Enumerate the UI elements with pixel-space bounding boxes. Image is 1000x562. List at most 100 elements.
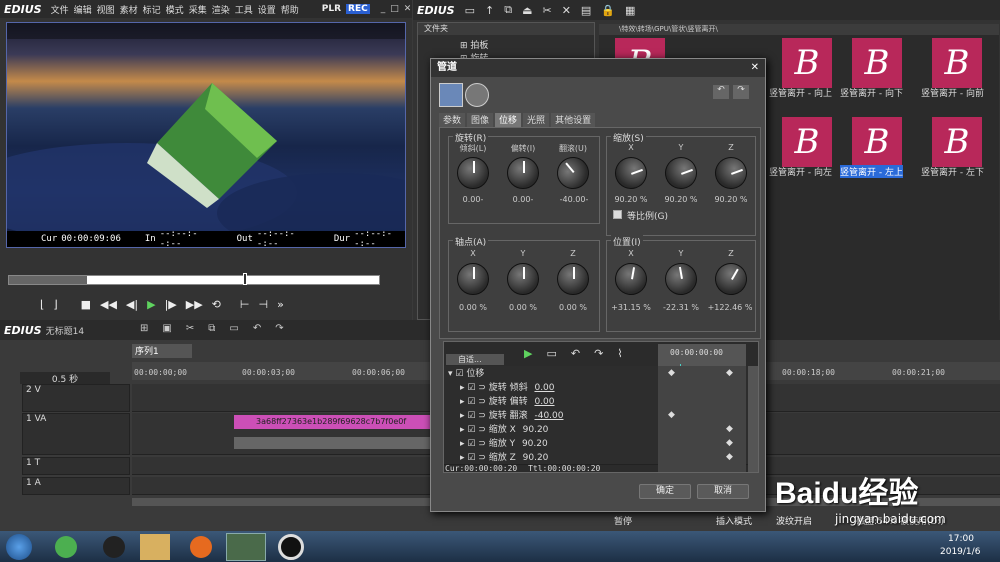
rewind-icon[interactable]: ◀◀ — [100, 298, 117, 311]
kf-row-value[interactable]: 90.20 — [523, 425, 549, 435]
clock-date[interactable]: 2019/1/6 — [940, 547, 980, 557]
menu-view[interactable]: 视图 — [97, 3, 115, 16]
set-in-icon[interactable]: ⌊ — [40, 298, 44, 311]
set-out-icon[interactable]: ⌋ — [53, 298, 57, 311]
player-scrubber[interactable] — [8, 273, 380, 285]
open-icon[interactable]: ⏏ — [522, 4, 532, 17]
uniform-checkbox[interactable] — [613, 210, 622, 219]
tab-params[interactable]: 参数 — [439, 113, 466, 127]
step-forward-icon[interactable]: |▶ — [165, 298, 177, 311]
menu-render[interactable]: 渲染 — [212, 3, 230, 16]
insert-icon[interactable]: ⊢ — [240, 298, 250, 311]
delete-icon[interactable]: ✕ — [562, 4, 571, 17]
kf-row-value[interactable]: 90.20 — [522, 439, 548, 449]
kf-scrollbar[interactable] — [748, 366, 758, 472]
paste-icon[interactable]: ▭ — [229, 323, 238, 339]
menu-edit[interactable]: 编辑 — [74, 3, 92, 16]
step-back-icon[interactable]: ◀| — [126, 298, 138, 311]
pos-x-knob[interactable] — [612, 260, 650, 298]
kf-row-value[interactable]: 90.20 — [523, 453, 549, 463]
app-icon-qq[interactable] — [103, 536, 125, 558]
stop-icon[interactable]: ■ — [81, 298, 91, 311]
app-icon-360[interactable] — [55, 536, 77, 558]
pivot-x-knob[interactable] — [457, 263, 489, 295]
zoom-control[interactable]: 0.5 秒 — [20, 372, 110, 385]
overwrite-icon[interactable]: ⊣ — [258, 298, 268, 311]
redo-icon[interactable]: ↷ — [275, 323, 283, 339]
kf-row-value[interactable]: -40.00 — [534, 411, 563, 421]
undo-icon[interactable]: ↶ — [713, 85, 729, 99]
menu-tools[interactable]: 工具 — [235, 3, 253, 16]
keyframe-marker[interactable]: ◆ — [668, 368, 675, 378]
track-header[interactable]: 1 T — [22, 457, 130, 475]
app-icon-firefox[interactable] — [190, 536, 212, 558]
cut-icon[interactable]: ✂ — [542, 4, 551, 17]
minimize-icon[interactable]: _ — [381, 4, 386, 14]
effect-icon-paint[interactable] — [439, 83, 463, 107]
kf-prev-icon[interactable]: ↶ — [571, 347, 580, 360]
keyframe-marker[interactable]: ◆ — [726, 424, 733, 434]
keyframe-marker[interactable]: ◆ — [726, 438, 733, 448]
cut-icon[interactable]: ✂ — [186, 323, 194, 339]
lock-icon[interactable]: 🔒 — [601, 4, 615, 17]
scale-y-knob[interactable] — [660, 152, 702, 194]
scale-x-knob[interactable] — [610, 152, 652, 194]
effect-thumbnail[interactable]: B — [852, 38, 902, 88]
effect-icon-clock[interactable] — [465, 83, 489, 107]
undo-icon[interactable]: ↶ — [253, 323, 261, 339]
folder-icon[interactable]: ▭ — [465, 4, 475, 17]
status-insert-mode[interactable]: 插入模式 — [716, 514, 752, 527]
tilt-knob[interactable] — [457, 157, 489, 189]
pos-z-knob[interactable] — [709, 257, 753, 301]
effect-thumbnail[interactable]: B — [782, 38, 832, 88]
effect-thumbnail[interactable]: B — [932, 117, 982, 167]
start-button[interactable] — [6, 534, 32, 560]
keyframe-marker[interactable]: ◆ — [668, 410, 675, 420]
menu-file[interactable]: 文件 — [51, 3, 69, 16]
menu-capture[interactable]: 采集 — [189, 3, 207, 16]
dialog-close-icon[interactable]: ✕ — [751, 59, 759, 77]
app-icon-explorer[interactable] — [140, 534, 170, 560]
menu-help[interactable]: 帮助 — [281, 3, 299, 16]
effect-thumbnail[interactable]: B — [852, 117, 902, 167]
close-icon[interactable]: ✕ — [404, 4, 412, 14]
fast-forward-icon[interactable]: ▶▶ — [186, 298, 203, 311]
sequence-tab[interactable]: 序列1 — [132, 344, 192, 358]
copy-icon[interactable]: ⧉ — [208, 323, 215, 339]
kf-graph-icon[interactable]: ⌇ — [617, 347, 622, 360]
kf-next-icon[interactable]: ↷ — [594, 347, 603, 360]
menu-clip[interactable]: 素材 — [120, 3, 138, 16]
play-icon[interactable]: ▶ — [147, 298, 155, 311]
pivot-z-knob[interactable] — [557, 263, 589, 295]
kf-play-icon[interactable]: ▶ — [524, 347, 532, 360]
cancel-button[interactable]: 取消 — [697, 484, 749, 499]
kf-row-value[interactable]: 0.00 — [534, 383, 554, 393]
menu-marker[interactable]: 标记 — [143, 3, 161, 16]
plr-mode-button[interactable]: PLR — [322, 4, 341, 14]
tree-item[interactable]: ⊞ 拍板 — [418, 38, 594, 51]
ok-button[interactable]: 确定 — [639, 484, 691, 499]
keyframe-marker[interactable]: ◆ — [726, 368, 733, 378]
maximize-icon[interactable]: □ — [390, 4, 399, 14]
kf-row-value[interactable]: 0.00 — [534, 397, 554, 407]
menu-settings[interactable]: 设置 — [258, 3, 276, 16]
up-icon[interactable]: ↑ — [485, 4, 494, 17]
save-icon[interactable]: ▣ — [162, 323, 171, 339]
roll-knob[interactable] — [550, 150, 596, 196]
tab-other[interactable]: 其他设置 — [551, 113, 596, 127]
kf-mode-select[interactable]: 自适... — [446, 354, 504, 365]
properties-icon[interactable]: ▤ — [581, 4, 591, 17]
loop-icon[interactable]: ⟲ — [212, 298, 221, 311]
track-header[interactable]: 2 V — [22, 384, 130, 412]
rec-mode-button[interactable]: REC — [346, 4, 370, 14]
more-icon[interactable]: » — [277, 298, 284, 311]
video-clip[interactable]: 3a68ff27363e1b289f69628c7b7f0e0f — [234, 415, 434, 429]
grid-view-icon[interactable]: ▦ — [625, 4, 635, 17]
scrubber-playhead[interactable] — [243, 273, 247, 285]
kf-ruler[interactable]: 00:00:00:00 — [658, 344, 746, 366]
menu-mode[interactable]: 模式 — [166, 3, 184, 16]
effect-thumbnail[interactable]: B — [782, 117, 832, 167]
app-icon-edius[interactable] — [226, 533, 266, 561]
tab-lighting[interactable]: 光照 — [523, 113, 550, 127]
app-icon-recorder[interactable] — [278, 534, 304, 560]
